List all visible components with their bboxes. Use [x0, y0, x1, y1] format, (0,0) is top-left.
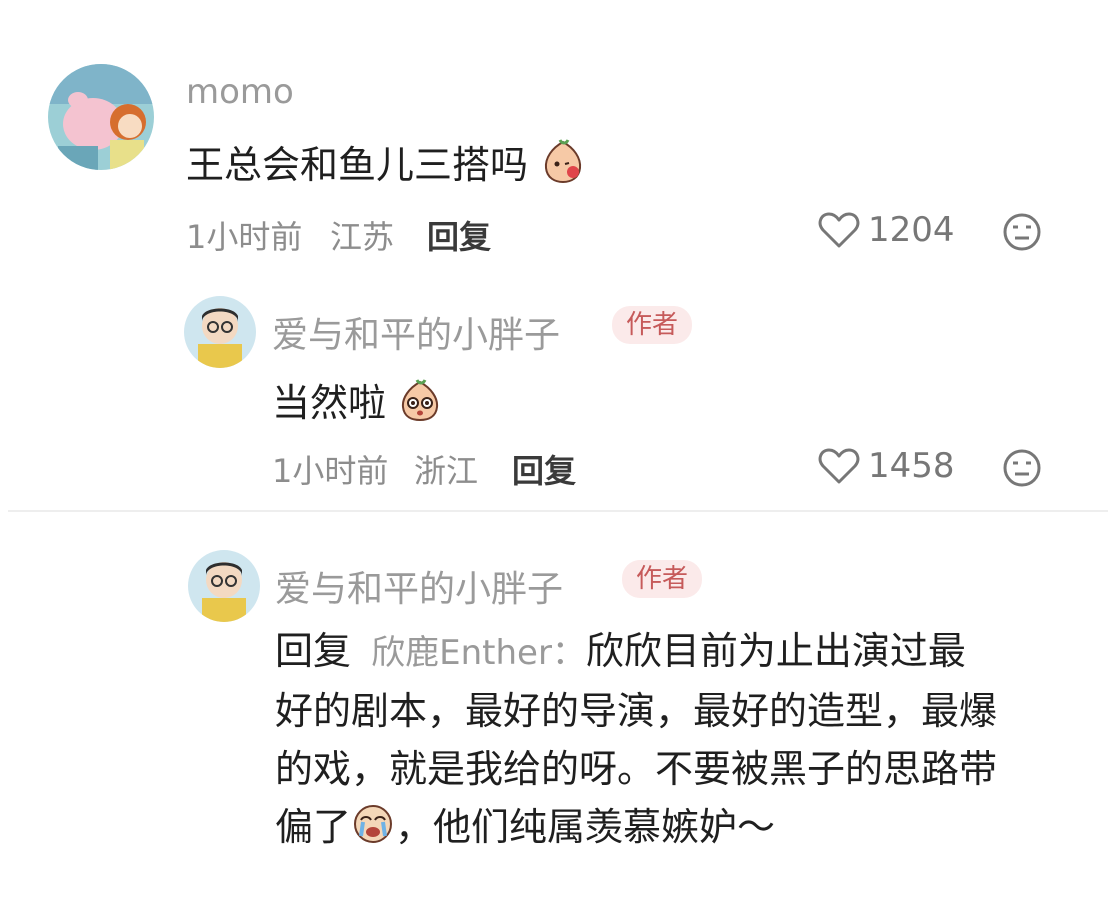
heart-outline-icon [818, 448, 860, 484]
like-count: 1204 [868, 210, 955, 250]
avatar[interactable] [48, 64, 154, 170]
username[interactable]: 爱与和平的小胖子 [275, 560, 563, 612]
comment-line: 偏了 ，他们纯属羡慕嫉妒～ [275, 798, 1075, 862]
comment-time: 1小时前 [186, 218, 303, 256]
neutral-face-icon [1003, 213, 1041, 251]
neutral-face-icon [1003, 449, 1041, 487]
dislike-button[interactable] [1002, 212, 1042, 256]
comment-content: 当然啦 [272, 372, 442, 431]
avatar-illustration [48, 64, 154, 170]
dislike-button[interactable] [1002, 448, 1042, 492]
comment-text: ，他们纯属羡慕嫉妒～ [395, 805, 776, 849]
username[interactable]: momo [186, 72, 294, 112]
avatar-illustration [188, 550, 260, 622]
crying-face-emoji [351, 802, 395, 862]
comment-text: 欣欣目前为止出演过最 [585, 629, 966, 673]
comment-text: 偏了 [275, 805, 352, 849]
surprised-peach-emoji [398, 378, 442, 431]
author-badge: 作者 [612, 306, 693, 344]
author-badge: 作者 [622, 560, 703, 598]
comment-content: 回复 欣鹿Enther：欣欣目前为止出演过最 好的剧本，最好的导演，最好的造型，… [275, 622, 1075, 862]
avatar[interactable] [188, 550, 260, 622]
comment-content: 王总会和鱼儿三搭吗 [186, 134, 586, 193]
comment-location: 江苏 [330, 218, 395, 256]
reply-button[interactable]: 回复 [512, 446, 576, 492]
comment-line: 好的剧本，最好的导演，最好的造型，最爆 [275, 689, 998, 733]
comment-line: 的戏，就是我给的呀。不要被黑子的思路带 [275, 747, 998, 791]
comment-text: 当然啦 [272, 381, 387, 425]
like-button[interactable]: 1204 [818, 210, 955, 250]
reply-prefix: 回复 [275, 629, 352, 673]
bottom-fade [270, 890, 1110, 904]
heart-outline-icon [818, 212, 860, 248]
username[interactable]: 爱与和平的小胖子 [272, 306, 560, 358]
blush-peach-emoji [540, 138, 586, 193]
mention-link[interactable]: 欣鹿Enther： [371, 633, 586, 673]
like-count: 1458 [868, 446, 955, 486]
like-button[interactable]: 1458 [818, 446, 955, 486]
avatar-illustration [184, 296, 256, 368]
comment-text: 王总会和鱼儿三搭吗 [186, 143, 529, 187]
reply-button[interactable]: 回复 [427, 212, 491, 258]
comment-line: 回复 欣鹿Enther：欣欣目前为止出演过最 [275, 622, 1075, 682]
divider [8, 510, 1108, 512]
comment-time: 1小时前 [272, 452, 389, 490]
comment-location: 浙江 [414, 452, 479, 490]
avatar[interactable] [184, 296, 256, 368]
